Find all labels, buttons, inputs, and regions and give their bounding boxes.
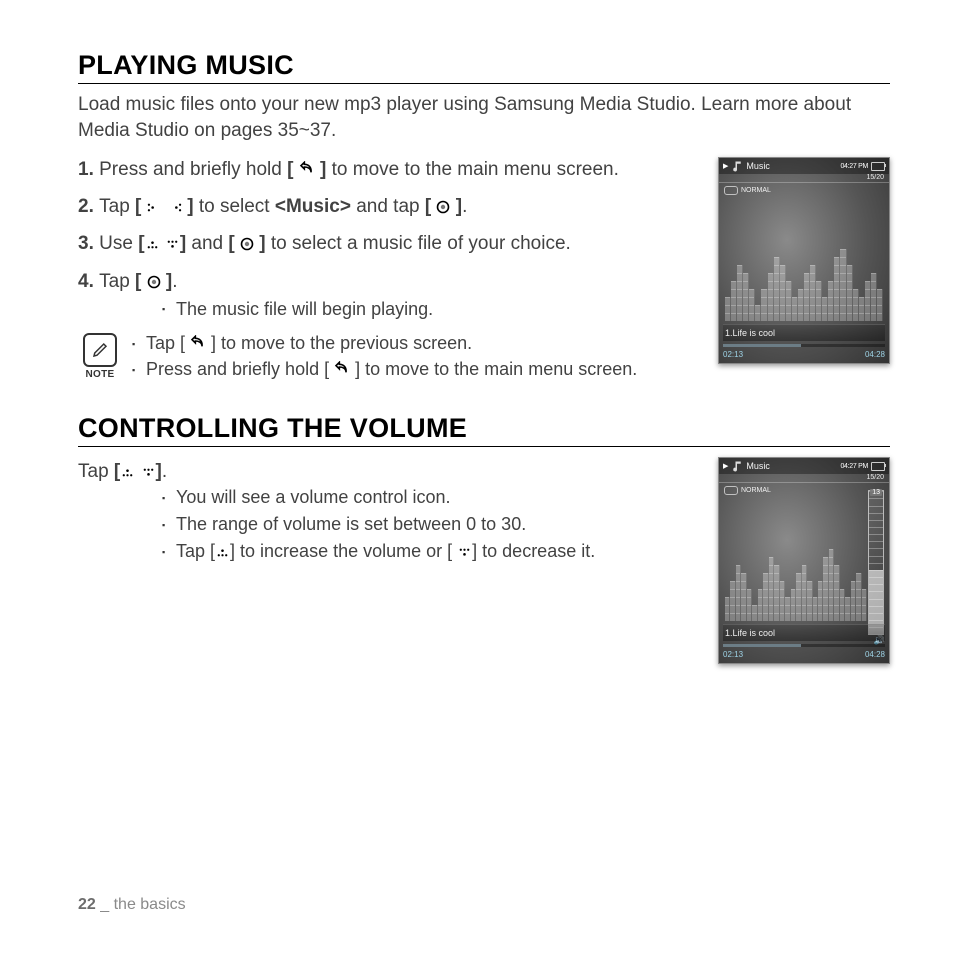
note-1: Tap [ ] to move to the previous screen. <box>132 333 704 354</box>
equalizer <box>725 526 867 621</box>
battery-icon <box>871 162 885 171</box>
step-4-sub: The music file will begin playing. <box>184 298 704 322</box>
device-screenshot-playing: ▶ Music 04:27 PM 15/20 NORMAL 1.Life is … <box>718 157 890 364</box>
heading-playing-music: PLAYING MUSIC <box>78 50 890 84</box>
vol-bullet-3: Tap [] to increase the volume or [ ] to … <box>162 541 704 562</box>
vol-bullet-1: You will see a volume control icon. <box>162 487 704 508</box>
song-title: 1.Life is cool <box>723 624 885 641</box>
vol-bullet-2: The range of volume is set between 0 to … <box>162 514 704 535</box>
up-icon <box>120 466 135 479</box>
repeat-icon <box>724 486 738 495</box>
select-icon <box>147 275 161 289</box>
note-2: Press and briefly hold [ ] to move to th… <box>132 359 704 380</box>
down-icon <box>141 466 156 479</box>
device-screenshot-volume: ▶ Music 04:27 PM 15/20 NORMAL 13 🔊 1.Lif… <box>718 457 890 664</box>
select-icon <box>436 200 450 214</box>
up-icon <box>215 546 230 559</box>
equalizer <box>725 226 883 321</box>
page-footer: 22 _ the basics <box>78 896 186 914</box>
note-icon: NOTE <box>78 333 122 385</box>
intro-text: Load music files onto your new mp3 playe… <box>78 92 890 143</box>
time-elapsed: 02:13 <box>723 350 743 359</box>
song-title: 1.Life is cool <box>723 324 885 341</box>
down-icon <box>457 546 472 559</box>
step-3: 3. Use [ ] and [ ] to select a music fil… <box>78 231 704 256</box>
step-1: 1. Press and briefly hold [ ] to move to… <box>78 157 704 182</box>
left-icon <box>147 201 162 214</box>
step-4: 4. Tap [ ]. The music file will begin pl… <box>78 269 704 322</box>
track-counter: 15/20 <box>719 174 889 183</box>
up-icon <box>145 238 160 251</box>
time-total: 04:28 <box>865 650 885 659</box>
time-total: 04:28 <box>865 350 885 359</box>
progress-bar <box>723 644 885 647</box>
back-icon <box>334 361 350 377</box>
progress-bar <box>723 344 885 347</box>
step-2: 2. Tap [ ] to select <Music> and tap [ ]… <box>78 194 704 219</box>
back-icon <box>190 335 206 351</box>
back-icon <box>299 161 315 177</box>
select-icon <box>240 237 254 251</box>
down-icon <box>165 238 180 251</box>
music-note-icon <box>731 460 743 472</box>
time-elapsed: 02:13 <box>723 650 743 659</box>
right-icon <box>167 201 182 214</box>
tap-instruction: Tap [ ]. <box>78 461 704 483</box>
volume-bar: 13 🔊 <box>868 490 884 635</box>
battery-icon <box>871 462 885 471</box>
repeat-icon <box>724 186 738 195</box>
track-counter: 15/20 <box>719 474 889 483</box>
heading-controlling-volume: CONTROLLING THE VOLUME <box>78 413 890 447</box>
music-note-icon <box>731 160 743 172</box>
